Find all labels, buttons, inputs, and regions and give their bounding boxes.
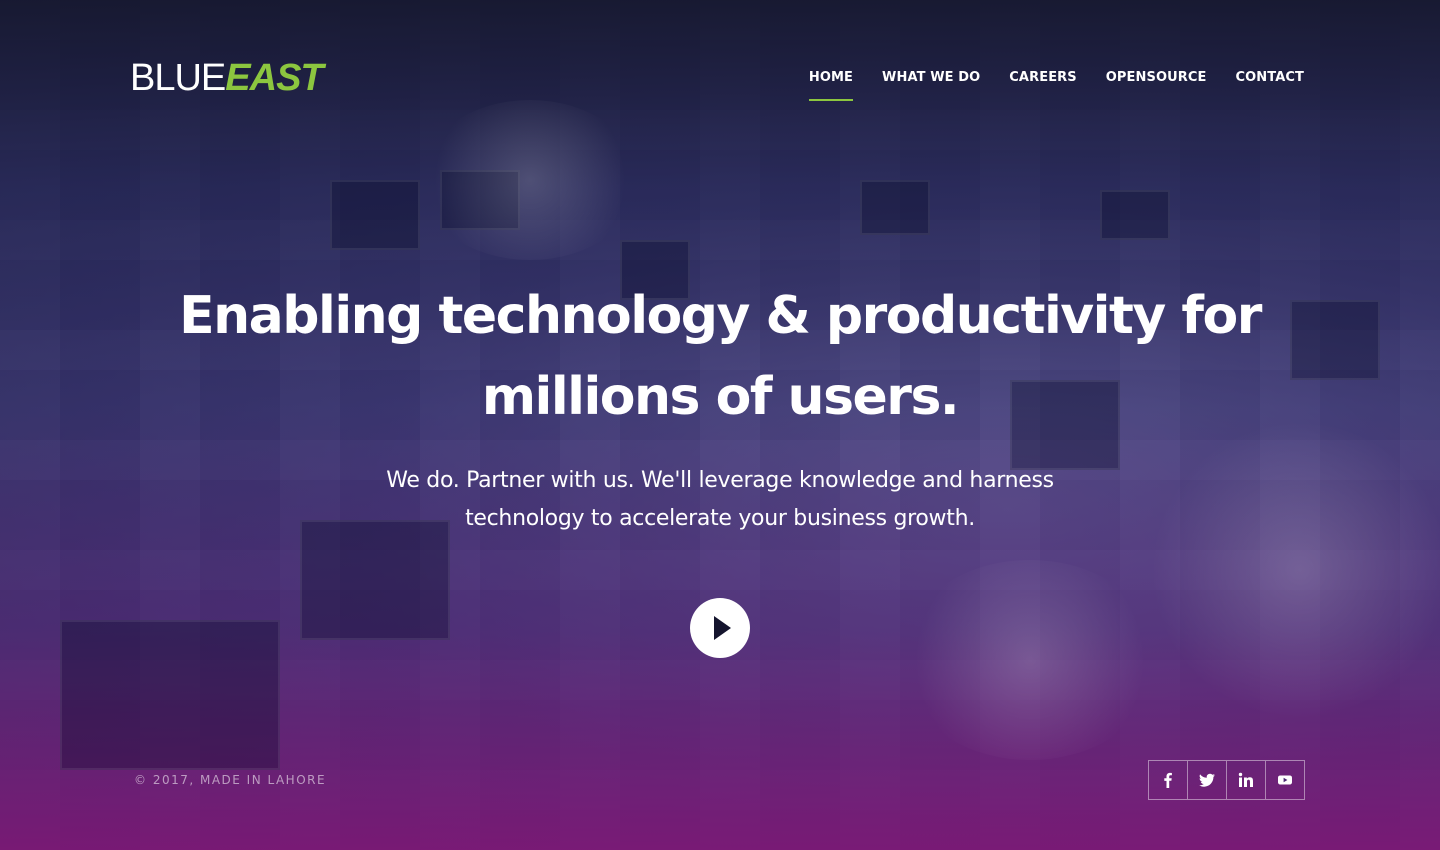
copyright-text: © 2017, MADE IN LAHORE <box>134 773 327 787</box>
logo-east-text: EAST <box>225 57 323 99</box>
twitter-icon <box>1199 773 1215 787</box>
linkedin-link[interactable] <box>1227 761 1266 799</box>
site-header: BLUEEAST HOME WHAT WE DO CAREERS OPENSOU… <box>0 0 1440 110</box>
facebook-link[interactable] <box>1149 761 1188 799</box>
nav-what-we-do[interactable]: WHAT WE DO <box>882 66 980 101</box>
hero-headline: Enabling technology & productivity for m… <box>120 276 1320 438</box>
play-video-button[interactable] <box>690 598 750 658</box>
facebook-icon <box>1164 772 1172 788</box>
nav-home[interactable]: HOME <box>808 66 854 101</box>
headline-line-2: millions of users. <box>481 367 960 427</box>
play-icon <box>714 616 731 640</box>
youtube-link[interactable] <box>1266 761 1304 799</box>
main-nav: HOME WHAT WE DO CAREERS OPENSOURCE CONTA… <box>808 66 1305 101</box>
hero-subtext: We do. Partner with us. We'll leverage k… <box>320 462 1120 538</box>
linkedin-icon <box>1238 772 1253 787</box>
headline-line-1: Enabling technology & productivity for <box>179 286 1262 346</box>
logo-blue-text: BLUE <box>130 57 226 99</box>
nav-contact[interactable]: CONTACT <box>1236 66 1305 101</box>
youtube-icon <box>1278 775 1292 785</box>
nav-opensource[interactable]: OPENSOURCE <box>1106 66 1207 101</box>
subtext-line-2: technology to accelerate your business g… <box>465 506 975 531</box>
bluesast-logo[interactable]: BLUEEAST <box>130 57 324 99</box>
nav-careers[interactable]: CAREERS <box>1009 66 1076 101</box>
twitter-link[interactable] <box>1188 761 1227 799</box>
subtext-line-1: We do. Partner with us. We'll leverage k… <box>386 468 1054 493</box>
social-links <box>1148 760 1305 800</box>
